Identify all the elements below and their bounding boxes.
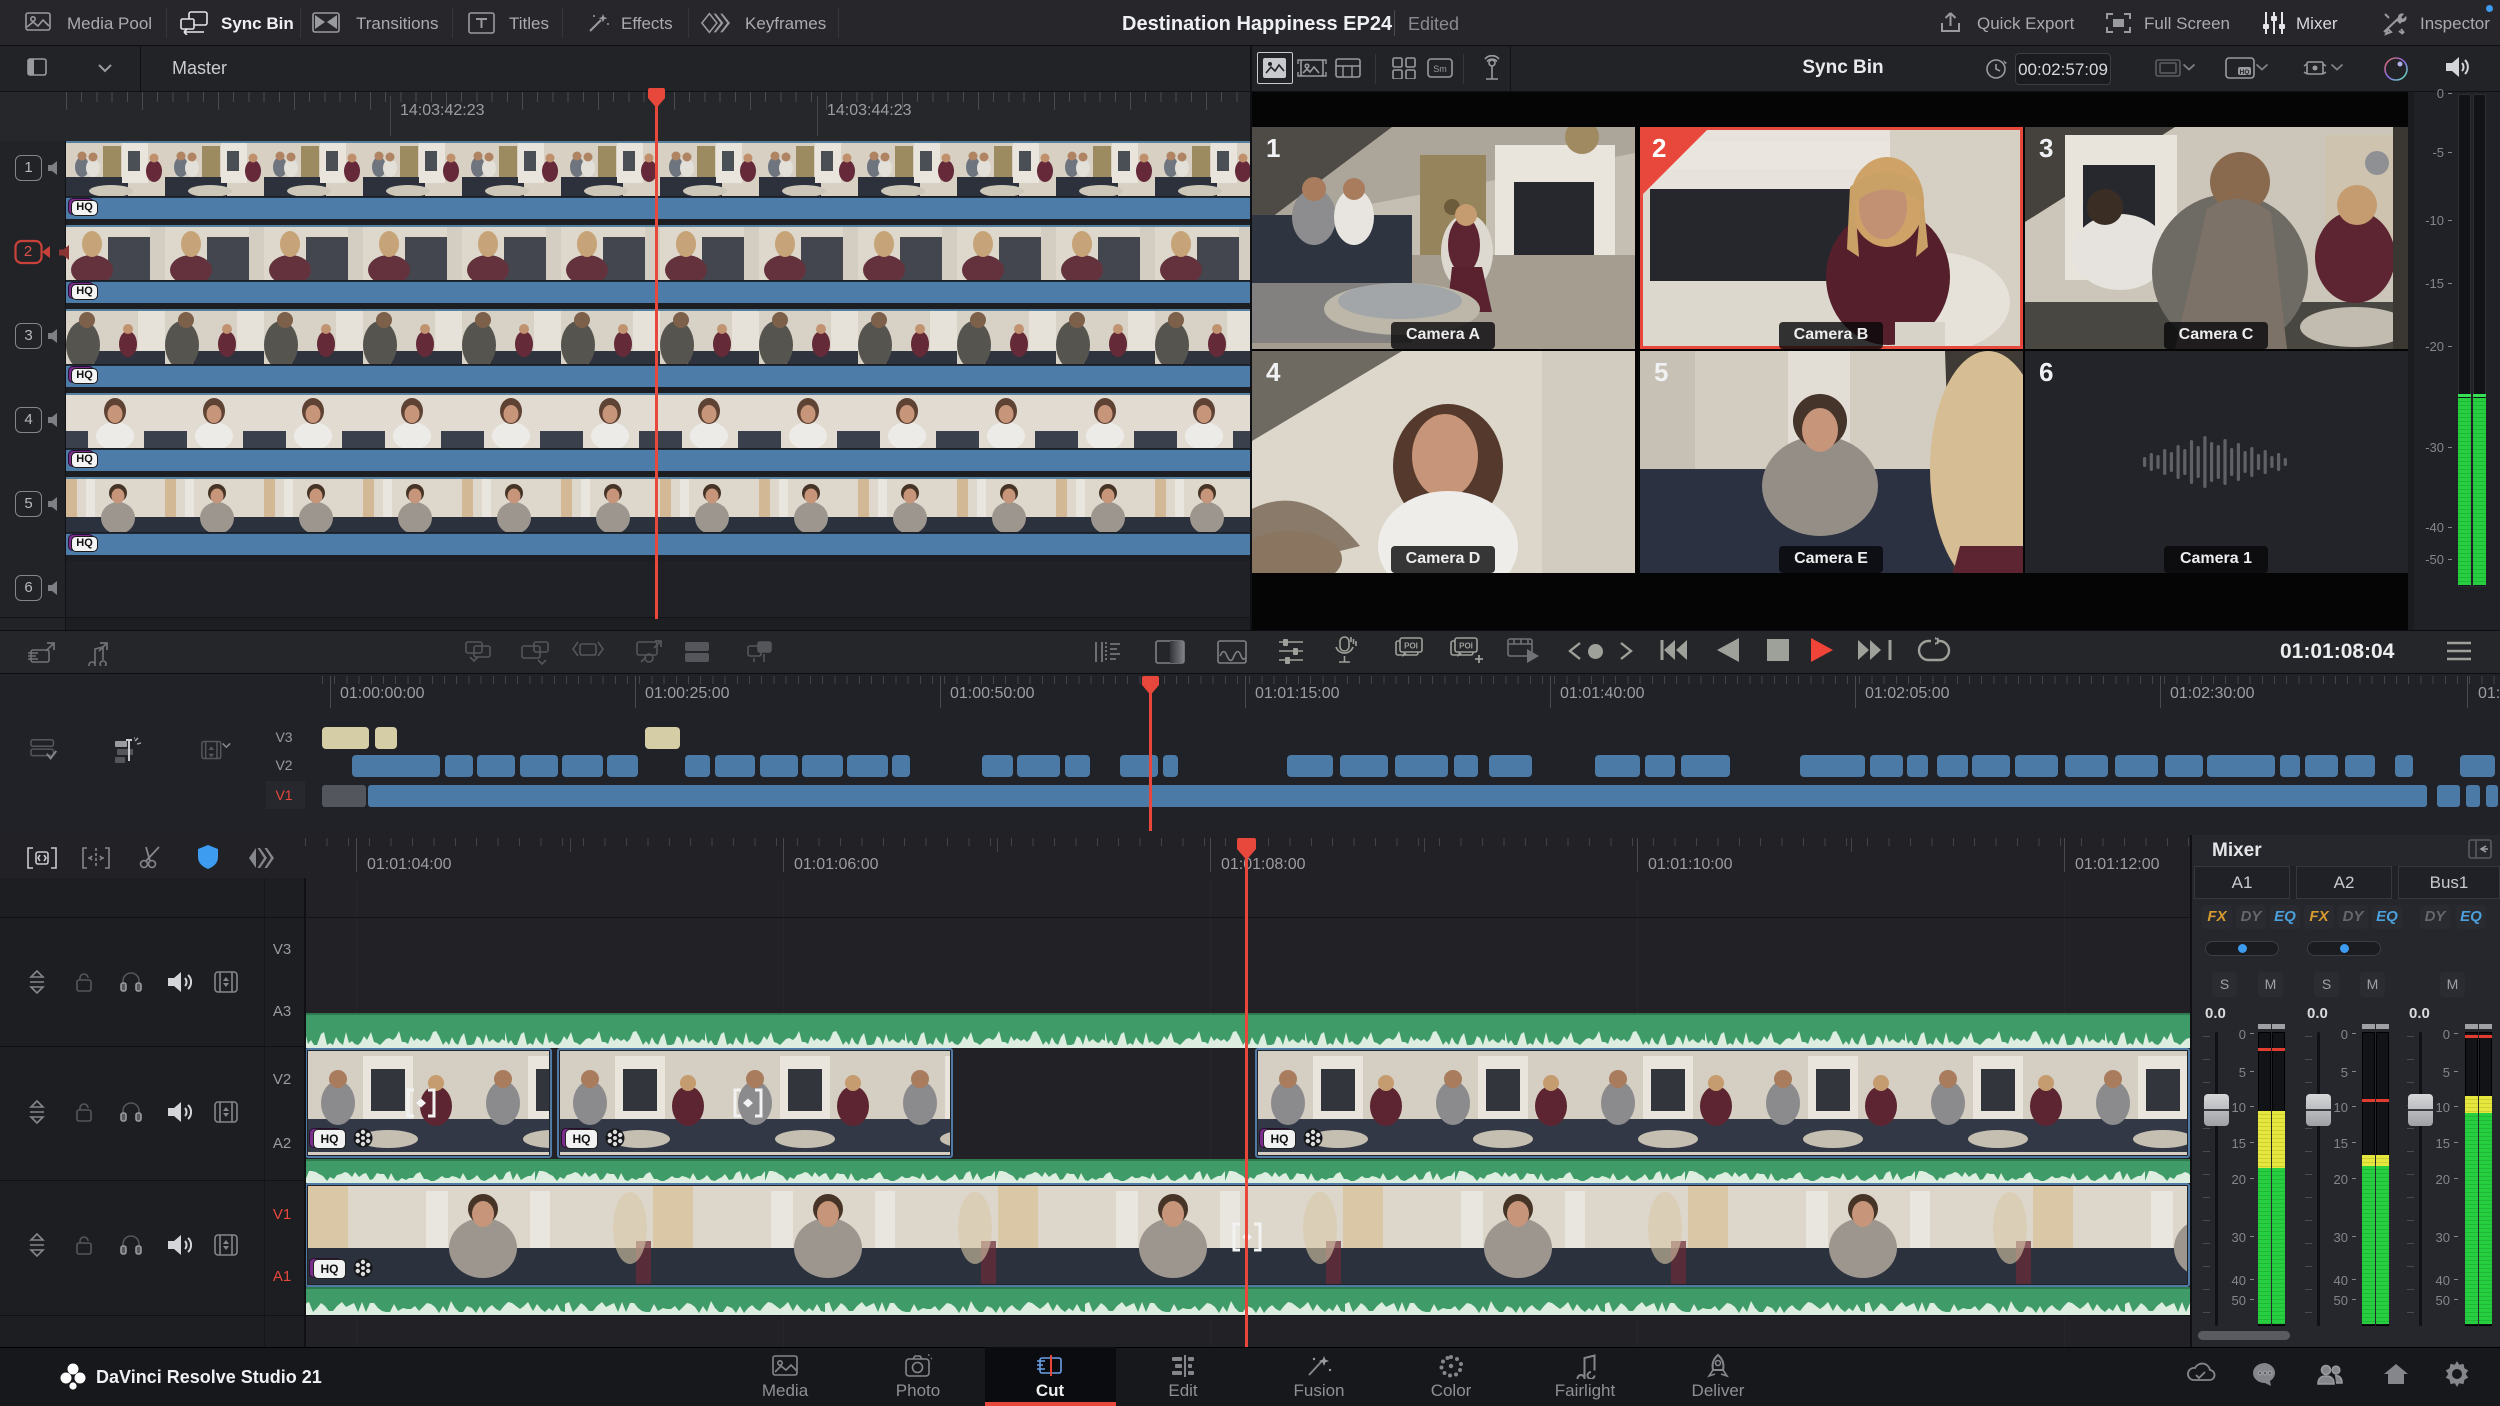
svg-text:POI: POI: [1404, 642, 1418, 651]
svg-text:Sm: Sm: [1433, 64, 1447, 74]
svg-text:HQ: HQ: [2240, 69, 2250, 76]
svg-text:POI: POI: [1459, 642, 1473, 651]
